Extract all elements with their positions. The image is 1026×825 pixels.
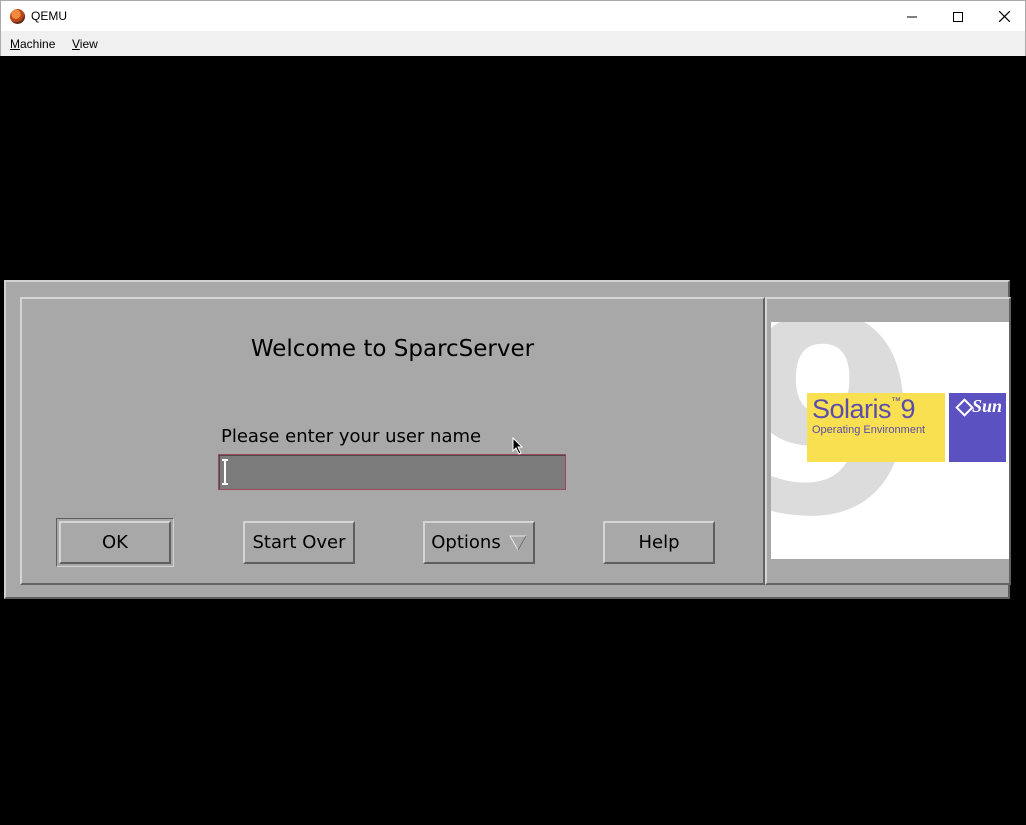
- solaris-logo: 9 Solaris™9 Operating Environment Sun: [771, 322, 1009, 559]
- maximize-button[interactable]: [935, 1, 981, 32]
- minimize-button[interactable]: [889, 1, 935, 32]
- solaris-wordmark: Solaris™9 Operating Environment: [807, 393, 945, 462]
- start-over-button-label: Start Over: [252, 532, 346, 553]
- menu-machine-label: achine: [20, 37, 56, 51]
- menu-machine[interactable]: Machine: [10, 37, 55, 51]
- minimize-icon: [907, 16, 917, 17]
- close-icon: [998, 11, 1010, 22]
- sun-vendor-name: Sun: [972, 396, 1003, 416]
- ok-button[interactable]: OK: [59, 521, 171, 564]
- login-dialog: Welcome to SparcServer Please enter your…: [4, 280, 1011, 599]
- dropdown-triangle-icon: [508, 535, 527, 551]
- menu-bar: Machine View: [0, 31, 1026, 56]
- solaris-product-name: Solaris™9: [812, 394, 916, 424]
- logo-panel: 9 Solaris™9 Operating Environment Sun: [765, 297, 1011, 585]
- close-button[interactable]: [981, 1, 1026, 32]
- sun-logo: Sun: [949, 393, 1006, 462]
- window-title: QEMU: [31, 9, 67, 23]
- menu-view-accelerator: V: [72, 37, 80, 51]
- title-bar: QEMU: [0, 0, 1026, 31]
- start-over-button[interactable]: Start Over: [243, 521, 355, 564]
- welcome-title: Welcome to SparcServer: [250, 336, 535, 362]
- help-button-label: Help: [638, 532, 680, 553]
- ok-button-label: OK: [102, 532, 128, 553]
- username-input[interactable]: [218, 454, 566, 490]
- solaris-subtitle: Operating Environment: [812, 424, 926, 436]
- login-panel: Welcome to SparcServer Please enter your…: [20, 297, 765, 585]
- options-button-label: Options: [431, 532, 501, 553]
- text-cursor-icon: [222, 459, 230, 485]
- menu-view[interactable]: View: [72, 37, 98, 51]
- menu-machine-accelerator: M: [10, 37, 20, 51]
- username-prompt: Please enter your user name: [221, 426, 482, 447]
- sun-diamond-icon: [955, 398, 974, 417]
- qemu-app-icon: [10, 9, 25, 24]
- maximize-icon: [953, 11, 963, 22]
- help-button[interactable]: Help: [603, 521, 715, 564]
- menu-view-label: iew: [79, 37, 98, 51]
- options-button[interactable]: Options: [423, 521, 535, 564]
- mouse-pointer-icon: [512, 437, 524, 455]
